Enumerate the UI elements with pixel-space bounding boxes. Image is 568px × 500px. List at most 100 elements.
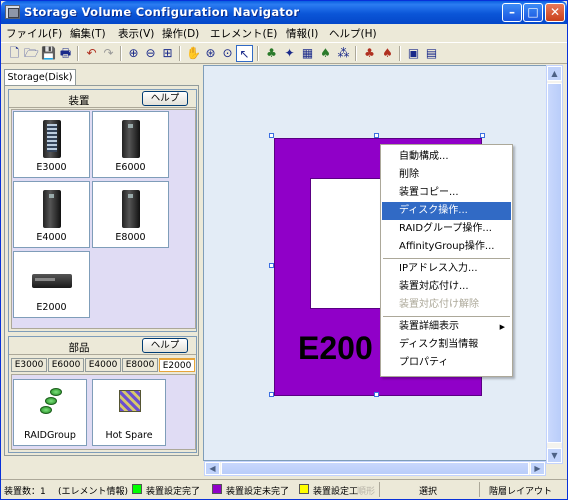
parts-group-header: 部品 ヘルプ [9,337,196,355]
menu-item-ip-address-input[interactable]: IPアドレス入力... [382,260,511,278]
new-icon[interactable]: 🗋 [6,45,23,62]
scatter-icon[interactable]: ⁂ [335,45,352,62]
menu-item-disk-allocation-info[interactable]: ディスク割当情報 [382,336,511,354]
parts-help-button[interactable]: ヘルプ [142,338,188,353]
scroll-right-icon[interactable]: ▶ [530,462,545,475]
scroll-left-icon[interactable]: ◀ [205,462,220,475]
status-separator [479,482,480,497]
zoom-in-icon[interactable]: ⊕ [125,45,142,62]
parts-tab-e3000[interactable]: E3000 [11,358,47,372]
storage-tower-icon [122,120,140,158]
toolbar: 🗋 🗁 💾 🖶 ↶ ↷ ⊕ ⊖ ⊞ ✋ ⊛ ⊙ ↖ ♣ ✦ ▦ ♠ ⁂ ♣ ♠ … [1,42,567,64]
menu-item-disk-operation[interactable]: ディスク操作... [382,202,511,220]
storage-tower-icon [43,190,61,228]
parts-tab-e2000[interactable]: E2000 [159,358,195,372]
device-e2000[interactable]: E2000 [13,251,90,318]
close-button[interactable]: ✕ [545,3,565,22]
menu-item-device-details[interactable]: 装置詳細表示 ▶ [382,318,511,336]
menu-info[interactable]: 情報(I) [286,26,318,41]
device-e4000[interactable]: E4000 [13,181,90,248]
menu-item-auto-config[interactable]: 自動構成... [382,148,511,166]
menu-view[interactable]: 表示(V) [118,26,154,41]
parts-tab-e4000[interactable]: E4000 [85,358,121,372]
menu-item-affinity-group-operation[interactable]: AffinityGroup操作... [382,238,511,256]
legend-swatch-complete [132,484,142,494]
open-icon[interactable]: 🗁 [23,45,40,62]
device-label: E2000 [36,302,67,313]
horizontal-scroll-thumb[interactable] [221,462,529,475]
menu-item-raid-group-operation[interactable]: RAIDグループ操作... [382,220,511,238]
menu-item-device-mapping[interactable]: 装置対応付け... [382,278,511,296]
redo-icon[interactable]: ↷ [100,45,117,62]
device-label: E3000 [36,162,67,173]
alert-tree-icon[interactable]: ♣ [361,45,378,62]
parts-tab-strip: E3000 E6000 E4000 E8000 E2000 [11,358,196,373]
undo-icon[interactable]: ↶ [83,45,100,62]
resize-handle[interactable] [269,392,274,397]
zoom-area-icon[interactable]: ⊛ [202,45,219,62]
part-raidgroup[interactable]: RAIDGroup [13,379,87,446]
parts-tab-e6000[interactable]: E6000 [48,358,84,372]
zoom-out-icon[interactable]: ⊖ [142,45,159,62]
resize-handle[interactable] [269,133,274,138]
device-help-button[interactable]: ヘルプ [142,91,188,106]
menu-item-delete[interactable]: 削除 [382,166,511,184]
legend-label-in-progress: 装置設定工 [313,487,359,497]
fit-window-icon[interactable]: ⊞ [159,45,176,62]
app-window: Storage Volume Configuration Navigator –… [0,0,568,500]
menu-help[interactable]: ヘルプ(H) [329,26,377,41]
select-pointer-icon[interactable]: ↖ [236,45,253,62]
horizontal-scrollbar[interactable]: ◀ ▶ [204,461,546,476]
minimize-button[interactable]: – [502,3,522,22]
device-e8000[interactable]: E8000 [92,181,169,248]
legend-label-complete: 装置設定完了 [146,487,201,497]
resize-handle[interactable] [374,133,379,138]
save-icon[interactable]: 💾 [40,45,57,62]
scroll-down-icon[interactable]: ▼ [547,448,562,463]
menu-item-properties[interactable]: プロパティ [382,354,511,372]
device-label: E6000 [115,162,146,173]
hierarchy-icon[interactable]: ♠ [317,45,334,62]
monitor-icon[interactable]: ▣ [405,45,422,62]
print-icon[interactable]: 🖶 [57,45,74,62]
toolbar-separator [120,46,122,61]
resize-handle[interactable] [269,263,274,268]
toolbar-separator [399,46,401,61]
menu-file[interactable]: ファイル(F) [6,26,62,41]
grid-icon[interactable]: ▦ [299,45,316,62]
status-faint-text: 順形 [357,487,376,497]
resize-handle[interactable] [480,133,485,138]
device-label: E4000 [36,232,67,243]
resize-handle[interactable] [374,392,379,397]
menu-item-device-details-label: 装置詳細表示 [399,321,459,332]
tree-layout-icon[interactable]: ♣ [263,45,280,62]
title-bar[interactable]: Storage Volume Configuration Navigator –… [1,1,567,24]
device-e3000[interactable]: E3000 [13,111,90,178]
vertical-scrollbar[interactable]: ▲ ▼ [546,65,563,464]
maximize-button[interactable]: □ [523,3,543,22]
device-group-header: 装置 ヘルプ [9,90,196,108]
menu-separator [383,258,510,259]
legend-swatch-in-progress [299,484,309,494]
status-separator [379,482,380,497]
part-label: RAIDGroup [24,430,76,441]
device-e6000[interactable]: E6000 [92,111,169,178]
menu-operation[interactable]: 操作(D) [162,26,199,41]
hand-icon[interactable]: ✋ [185,45,202,62]
alert-hierarchy-icon[interactable]: ♠ [379,45,396,62]
magnify-icon[interactable]: ⊙ [219,45,236,62]
tab-storage-disk[interactable]: Storage(Disk) [4,69,76,86]
menu-element[interactable]: エレメント(E) [210,26,277,41]
part-hot-spare[interactable]: Hot Spare [92,379,166,446]
device-group-title: 装置 [68,95,90,107]
vertical-scroll-thumb[interactable] [547,83,562,443]
network-icon[interactable]: ✦ [281,45,298,62]
image-icon[interactable]: ▤ [423,45,440,62]
menu-item-device-copy[interactable]: 装置コピー... [382,184,511,202]
scroll-up-icon[interactable]: ▲ [547,66,562,81]
storage-tower-icon [122,190,140,228]
raid-disks-icon [38,388,64,418]
app-icon[interactable] [5,5,20,19]
menu-edit[interactable]: 編集(T) [70,26,106,41]
parts-tab-e8000[interactable]: E8000 [122,358,158,372]
